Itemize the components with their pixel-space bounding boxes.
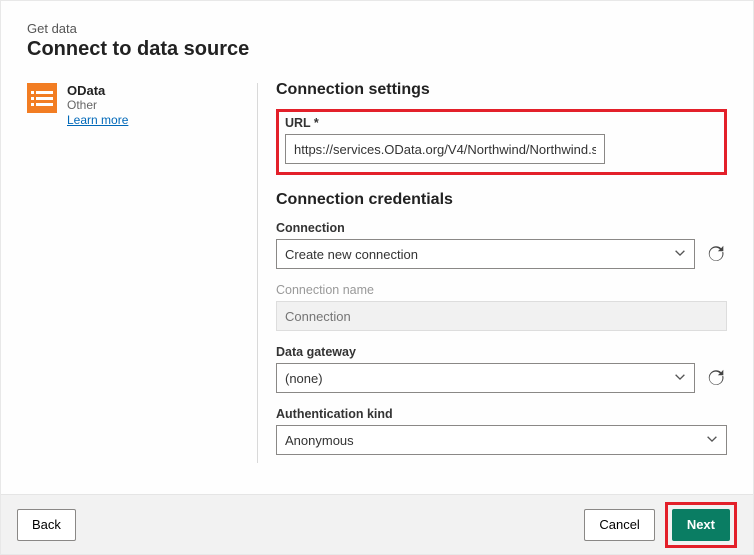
authentication-kind-select[interactable]: Anonymous xyxy=(276,425,727,455)
next-button-highlight: Next xyxy=(665,502,737,548)
connection-label: Connection xyxy=(276,221,727,235)
refresh-connection-icon[interactable] xyxy=(705,243,727,265)
connector-category: Other xyxy=(67,98,128,112)
odata-connector-icon xyxy=(27,83,57,113)
url-label: URL * xyxy=(285,116,718,130)
refresh-gateway-icon[interactable] xyxy=(705,367,727,389)
vertical-divider xyxy=(257,83,258,463)
url-field-highlight: URL * xyxy=(276,109,727,175)
next-button[interactable]: Next xyxy=(672,509,730,541)
data-gateway-select[interactable]: (none) xyxy=(276,363,695,393)
connection-name-label: Connection name xyxy=(276,283,727,297)
connection-select[interactable]: Create new connection xyxy=(276,239,695,269)
dialog-footer: Back Cancel Next xyxy=(1,494,753,554)
header-title: Connect to data source xyxy=(27,38,727,61)
connection-settings-heading: Connection settings xyxy=(276,81,727,99)
data-gateway-label: Data gateway xyxy=(276,345,727,359)
connector-summary: OData Other Learn more xyxy=(27,79,257,469)
url-input[interactable] xyxy=(285,134,605,164)
back-button[interactable]: Back xyxy=(17,509,76,541)
connection-credentials-heading: Connection credentials xyxy=(276,191,727,209)
cancel-button[interactable]: Cancel xyxy=(584,509,654,541)
header-subtitle: Get data xyxy=(27,21,727,36)
connection-name-input xyxy=(276,301,727,331)
learn-more-link[interactable]: Learn more xyxy=(67,113,128,127)
authentication-kind-label: Authentication kind xyxy=(276,407,727,421)
dialog-header: Get data Connect to data source xyxy=(1,1,753,69)
connector-name: OData xyxy=(67,83,128,98)
